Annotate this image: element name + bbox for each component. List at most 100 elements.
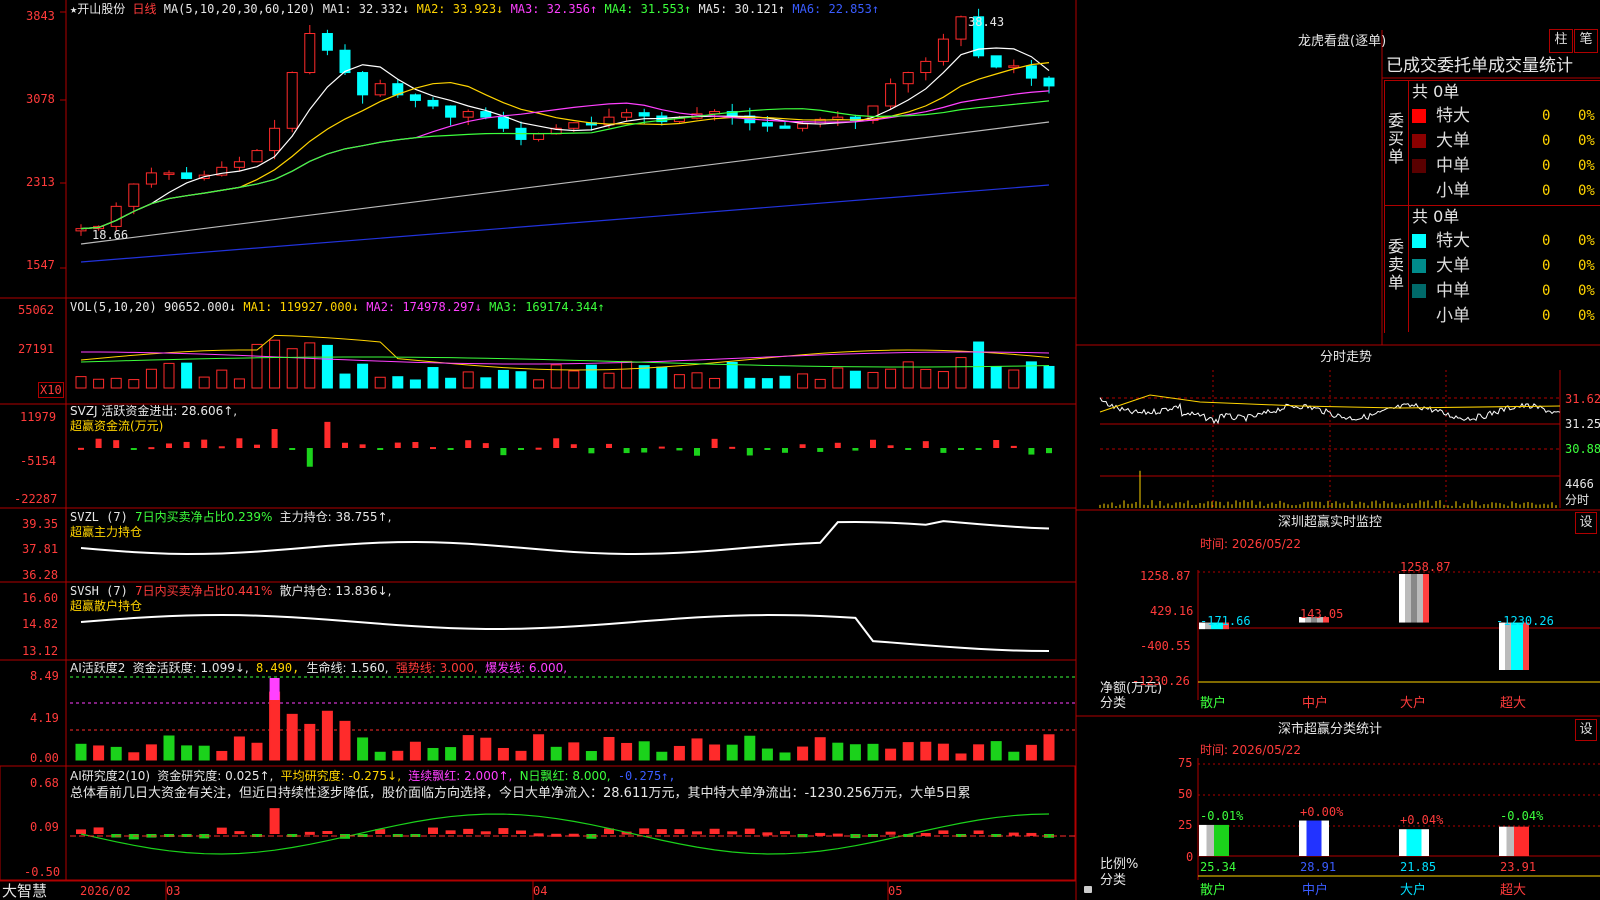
sz-rt-bar (1423, 574, 1429, 623)
ai1-bar (251, 742, 263, 761)
ai1-bar (181, 745, 193, 761)
fenshi-title: 分时走势 (1320, 350, 1373, 365)
sz-cls-bar (1321, 820, 1329, 856)
svsh-header: SVSH (7) 7日内买卖净占比0.441% 散户持仓: 13.836↓, (70, 584, 391, 598)
sz-cls-bar (1421, 829, 1429, 856)
volume-bar (920, 368, 932, 389)
sz-rt-data-label: 143.05 (1300, 607, 1344, 621)
svzl-holding: 主力持仓: 38.755↑, (279, 510, 392, 524)
ai1-bar (568, 742, 580, 761)
buy-orders-label: 委买单 (1388, 111, 1405, 166)
volume-bar (1043, 365, 1055, 389)
svzj-bar (852, 448, 859, 451)
sz-rt-settings-button[interactable]: 设 (1575, 512, 1597, 534)
sz-rt-bar (1405, 574, 1411, 623)
tick-mode-button[interactable]: 笔 (1574, 29, 1598, 53)
lhb-row-buy: 中单 0 0% (1412, 155, 1600, 177)
svzj-bar (95, 438, 102, 448)
svzj-bar (535, 447, 542, 450)
sz-cls-change: +0.00% (1300, 805, 1344, 819)
candle (990, 55, 1002, 68)
ai1-burstline: 爆发线: 6.000, (485, 661, 568, 675)
ai2-bar (76, 829, 86, 834)
ai2-bar (780, 831, 790, 835)
candle (321, 33, 333, 51)
sz-cls-cat: 中户 (1302, 883, 1329, 898)
svsh-label: SVSH (7) (70, 584, 128, 598)
ai2-bar (128, 834, 139, 840)
ai1-bar (392, 750, 404, 761)
volume-bar (304, 342, 316, 389)
ai2-bar (1008, 832, 1019, 836)
sz-cls-bar (1299, 820, 1307, 856)
ai2-bar (727, 831, 738, 835)
volume-bar (1008, 369, 1020, 389)
volume-bar (673, 374, 685, 389)
lhb-row-count: 0 (1542, 108, 1551, 124)
kline-chart[interactable] (0, 0, 1600, 900)
ai2-bar (1026, 832, 1037, 836)
ai2-bar (674, 829, 685, 834)
volume-bar (445, 377, 457, 389)
candle (409, 94, 421, 101)
ai1-bar (726, 744, 738, 761)
svzj-bar (412, 442, 419, 448)
sz-cls-change: -0.01% (1200, 809, 1244, 823)
candle (286, 72, 298, 129)
volume-bar (656, 366, 668, 389)
svzj-bar (271, 429, 278, 448)
ai1-bar (621, 742, 633, 761)
sz-rt-data-label: -1230.26 (1496, 614, 1554, 628)
vol-ma2: MA2: 174978.297↓ (366, 300, 482, 314)
candle (145, 172, 157, 185)
svzj-bar (113, 440, 120, 448)
sz-cls-value: 21.85 (1400, 860, 1437, 874)
svzj-bar (148, 447, 155, 450)
svzl-axis-tick: 39.35 (22, 517, 59, 531)
svzj-bar (465, 440, 472, 448)
candle (304, 33, 316, 74)
sz-rt-bar (1505, 622, 1511, 670)
ma1-value: MA1: 32.332↓ (322, 2, 410, 16)
lock-icon[interactable] (1084, 886, 1092, 893)
lhb-row-buy: 特大 0 0% (1412, 105, 1600, 127)
volume-bar (779, 375, 791, 389)
sz-cls-value: 28.91 (1300, 860, 1337, 874)
bar-mode-button[interactable]: 柱 (1549, 29, 1573, 53)
svzj-bar (78, 447, 84, 450)
lhb-row-count: 0 (1542, 133, 1551, 149)
volume-bar (585, 364, 597, 389)
ai2-bar (322, 830, 333, 834)
sz-rt-data-label: -171.66 (1200, 614, 1251, 628)
sz-cls-change: -0.04% (1500, 809, 1544, 823)
volume-bar (93, 378, 105, 389)
lhb-row-label: 大单 (1436, 256, 1470, 276)
ai2-bar (516, 830, 526, 834)
svzj-label: SVZJ 活跃资金进出: 28.606↑, (70, 404, 238, 418)
ai2-header: AI研究度2(10) 资金研究度: 0.025↑, 平均研究度: -0.275↓… (70, 769, 676, 783)
ai1-bar (1008, 751, 1020, 761)
volume-bar (462, 371, 474, 389)
lhb-row-pct: 0% (1578, 183, 1595, 199)
fenshi-axis-tick: 31.25 (1565, 417, 1600, 431)
stock-name[interactable]: 开山股份 (77, 2, 125, 16)
sz-cls-bar (1221, 824, 1229, 856)
lhb-row-count: 0 (1542, 283, 1551, 299)
svzj-bar (887, 445, 894, 448)
lhb-row-label: 中单 (1436, 281, 1470, 301)
candle (779, 125, 791, 129)
ai2-bar (428, 827, 438, 834)
sz-cls-settings-button[interactable]: 设 (1575, 719, 1597, 741)
ai1-bar (75, 743, 87, 761)
ai2-bar (709, 828, 720, 834)
ai1-bar (603, 736, 615, 761)
volume-bar (550, 364, 562, 389)
ai1-bar (339, 720, 351, 761)
ai2-summary-note: 总体看前几日大资金有关注，但近日持续性逐步降低，股价面临方向选择，今日大单净流入… (70, 786, 971, 801)
svzj-bar (570, 444, 577, 448)
ai2-bar (234, 831, 245, 835)
ma3-value: MA3: 32.356↑ (510, 2, 598, 16)
ai1-bar (269, 691, 281, 761)
candle (955, 16, 967, 40)
period-label[interactable]: 日线 (132, 2, 156, 16)
